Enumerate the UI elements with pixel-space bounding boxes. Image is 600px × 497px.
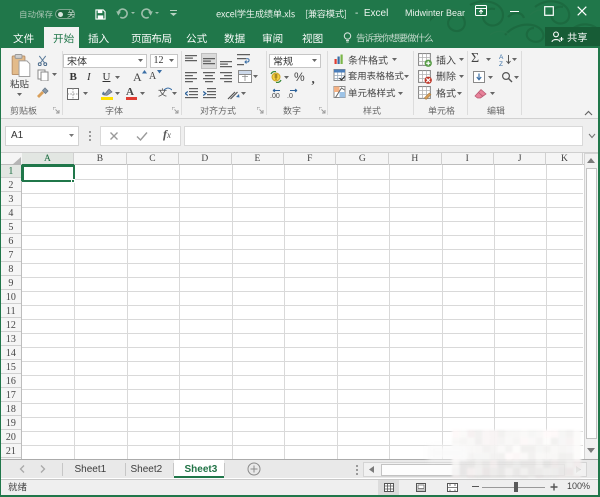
- svg-text:.0: .0: [287, 93, 293, 99]
- svg-text:A: A: [499, 54, 504, 61]
- svg-text:.00: .00: [270, 93, 280, 99]
- svg-text:Z: Z: [499, 61, 503, 66]
